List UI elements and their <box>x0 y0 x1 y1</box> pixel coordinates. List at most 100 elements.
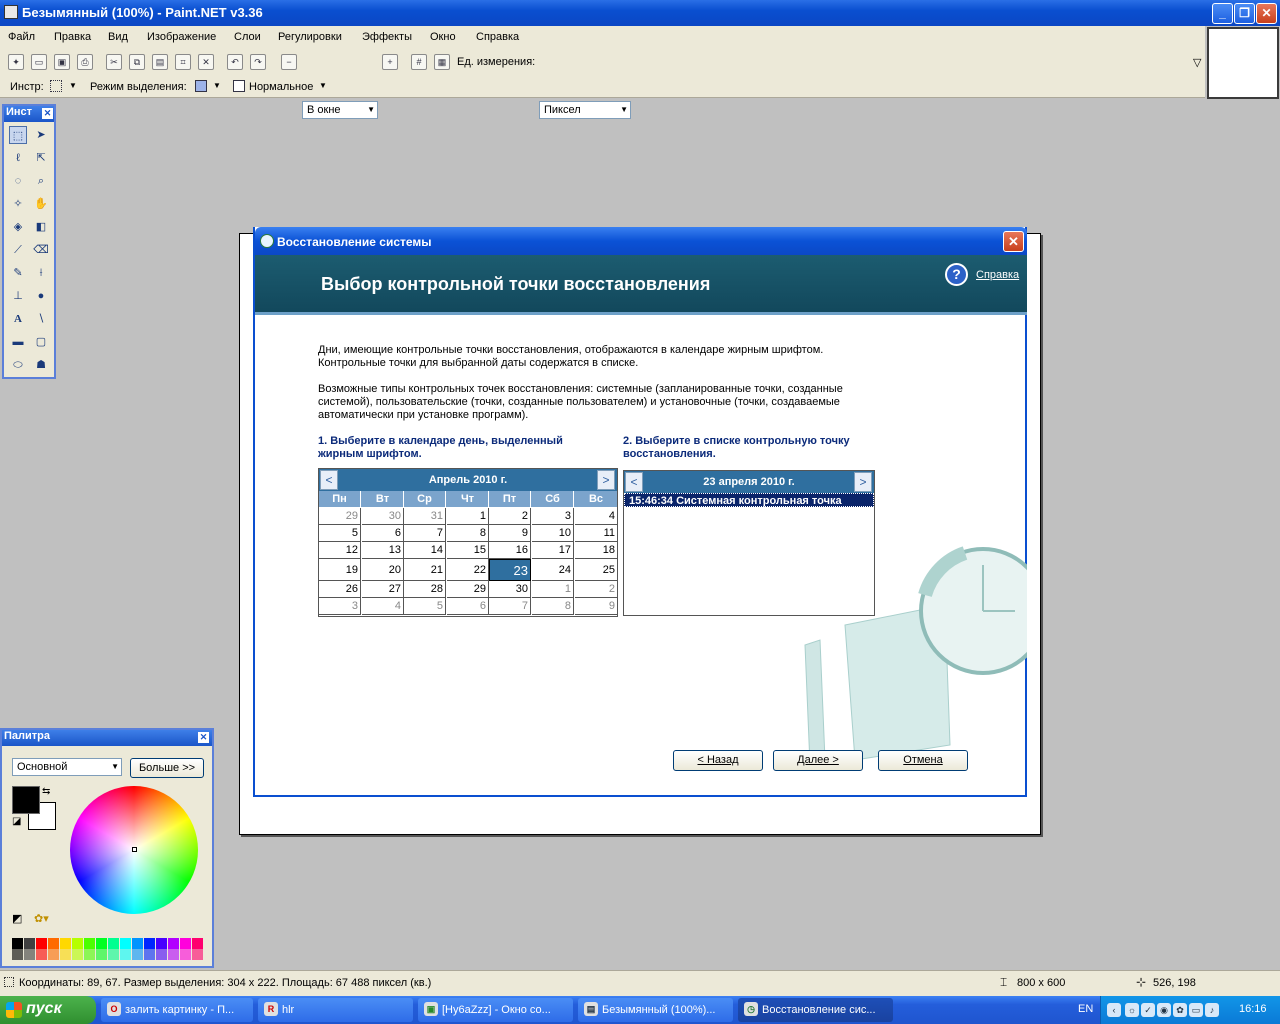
calendar-day[interactable]: 9 <box>489 525 531 542</box>
palette-swatch[interactable] <box>192 949 203 960</box>
menu-edit[interactable]: Правка <box>54 31 91 43</box>
pencil-tool-icon[interactable]: ✎ <box>9 264 27 282</box>
calendar-day[interactable]: 14 <box>404 542 446 559</box>
calendar-day[interactable]: 21 <box>404 559 446 581</box>
calendar-day[interactable]: 17 <box>532 542 574 559</box>
calendar-day[interactable]: 5 <box>319 525 361 542</box>
calendar-day[interactable]: 29 <box>447 581 489 598</box>
deselect-icon[interactable]: ✕ <box>198 54 214 70</box>
tray-volume-icon[interactable]: ♪ <box>1205 1003 1219 1017</box>
ellipse-select-tool-icon[interactable]: ◌ <box>9 172 27 190</box>
calendar-day[interactable]: 19 <box>319 559 361 581</box>
calendar-day[interactable]: 6 <box>362 525 404 542</box>
lasso-tool-icon[interactable]: ℓ <box>9 149 27 167</box>
palette-swatch[interactable] <box>96 938 107 949</box>
zoom-in-icon[interactable]: + <box>382 54 398 70</box>
color-wheel-cursor[interactable] <box>132 847 137 852</box>
palette-swatch[interactable] <box>12 949 23 960</box>
palette-swatch[interactable] <box>108 949 119 960</box>
freeform-shape-tool-icon[interactable]: ☗ <box>32 356 50 374</box>
calendar-day[interactable]: 22 <box>447 559 489 581</box>
calendar-next-button[interactable]: > <box>597 470 615 490</box>
palette-select[interactable]: Основной ▼ <box>12 758 122 776</box>
calendar-day[interactable]: 20 <box>362 559 404 581</box>
reset-colors-icon[interactable]: ◪ <box>12 816 21 827</box>
calendar-day[interactable]: 31 <box>404 508 446 525</box>
calendar-day[interactable]: 4 <box>575 508 617 525</box>
calendar-day[interactable]: 6 <box>447 598 489 615</box>
palette-swatch[interactable] <box>72 949 83 960</box>
rect-select-icon[interactable] <box>50 80 62 92</box>
palette-swatch[interactable] <box>96 949 107 960</box>
new-file-icon[interactable]: ✦ <box>8 54 24 70</box>
color-picker-tool-icon[interactable]: ⟊ <box>32 264 50 282</box>
calendar-day[interactable]: 16 <box>489 542 531 559</box>
calendar-day[interactable]: 15 <box>447 542 489 559</box>
palette-swatch[interactable] <box>24 949 35 960</box>
menu-adjustments[interactable]: Регулировки <box>278 31 342 43</box>
blend-mode-value[interactable]: Нормальное <box>249 81 313 93</box>
move-selected-tool-icon[interactable]: ➤ <box>32 126 50 144</box>
calendar-day[interactable]: 18 <box>575 542 617 559</box>
palette-swatch[interactable] <box>156 949 167 960</box>
palette-swatch[interactable] <box>48 938 59 949</box>
calendar-day[interactable]: 28 <box>404 581 446 598</box>
redo-icon[interactable]: ↷ <box>250 54 266 70</box>
recolor-tool-icon[interactable]: ● <box>32 287 50 305</box>
palette-swatch[interactable] <box>36 938 47 949</box>
calendar-day[interactable]: 1 <box>447 508 489 525</box>
selection-mode-icon[interactable] <box>195 80 207 92</box>
eraser-tool-icon[interactable]: ⌫ <box>32 241 50 259</box>
rect-select-tool-icon[interactable]: ⬚ <box>9 126 27 144</box>
calendar-day[interactable]: 8 <box>447 525 489 542</box>
list-item[interactable]: 15:46:34 Системная контрольная точка <box>624 493 874 507</box>
calendar-day[interactable]: 1 <box>532 581 574 598</box>
calendar-day[interactable]: 7 <box>404 525 446 542</box>
palette-swatch[interactable] <box>144 938 155 949</box>
calendar-day[interactable]: 13 <box>362 542 404 559</box>
palette-swatch[interactable] <box>144 949 155 960</box>
zoom-combo[interactable]: В окне ▼ <box>302 101 378 119</box>
calendar-prev-button[interactable]: < <box>320 470 338 490</box>
cancel-button[interactable]: Отмена <box>878 750 968 771</box>
add-to-palette-icon[interactable]: ◩ <box>12 912 22 925</box>
open-folder-icon[interactable]: ▭ <box>31 54 47 70</box>
palette-swatch[interactable] <box>180 938 191 949</box>
menu-image[interactable]: Изображение <box>147 31 216 43</box>
next-button[interactable]: Далее > <box>773 750 863 771</box>
tray-shield-icon[interactable]: ✓ <box>1141 1003 1155 1017</box>
taskbar-item-opera[interactable]: Oзалить картинку - П... <box>101 998 253 1022</box>
menu-layers[interactable]: Слои <box>234 31 261 43</box>
start-button[interactable]: пуск <box>0 996 96 1024</box>
palette-swatch[interactable] <box>156 938 167 949</box>
palette-swatch[interactable] <box>120 938 131 949</box>
calendar-day[interactable]: 30 <box>362 508 404 525</box>
calendar-day[interactable]: 7 <box>489 598 531 615</box>
chevron-down-icon[interactable]: ▼ <box>319 81 327 90</box>
list-prev-button[interactable]: < <box>625 472 643 492</box>
tray-network-icon[interactable]: ▭ <box>1189 1003 1203 1017</box>
copy-icon[interactable]: ⧉ <box>129 54 145 70</box>
palette-swatch[interactable] <box>192 938 203 949</box>
image-thumbnail[interactable] <box>1207 27 1279 99</box>
calendar-day[interactable]: 23 <box>489 559 531 581</box>
toolbar-overflow-icon[interactable]: ▽ <box>1193 56 1201 69</box>
palette-swatch[interactable] <box>84 949 95 960</box>
tray-expand-icon[interactable]: ‹ <box>1107 1003 1121 1017</box>
text-tool-icon[interactable]: A <box>9 310 27 328</box>
menu-file[interactable]: Файл <box>8 31 35 43</box>
help-link[interactable]: Справка <box>976 269 1019 281</box>
minimize-button[interactable]: _ <box>1212 3 1233 24</box>
palette-menu-icon[interactable]: ✿▾ <box>34 912 49 925</box>
calendar-day[interactable]: 25 <box>575 559 617 581</box>
gradient-tool-icon[interactable]: ◧ <box>32 218 50 236</box>
list-next-button[interactable]: > <box>854 472 872 492</box>
calendar-day[interactable]: 8 <box>532 598 574 615</box>
palette-swatch[interactable] <box>12 938 23 949</box>
palette-swatch[interactable] <box>180 949 191 960</box>
back-button[interactable]: < Назад <box>673 750 763 771</box>
calendar-day[interactable]: 29 <box>319 508 361 525</box>
swap-colors-icon[interactable]: ⇆ <box>42 786 50 797</box>
calendar-day[interactable]: 26 <box>319 581 361 598</box>
calendar-day[interactable]: 5 <box>404 598 446 615</box>
